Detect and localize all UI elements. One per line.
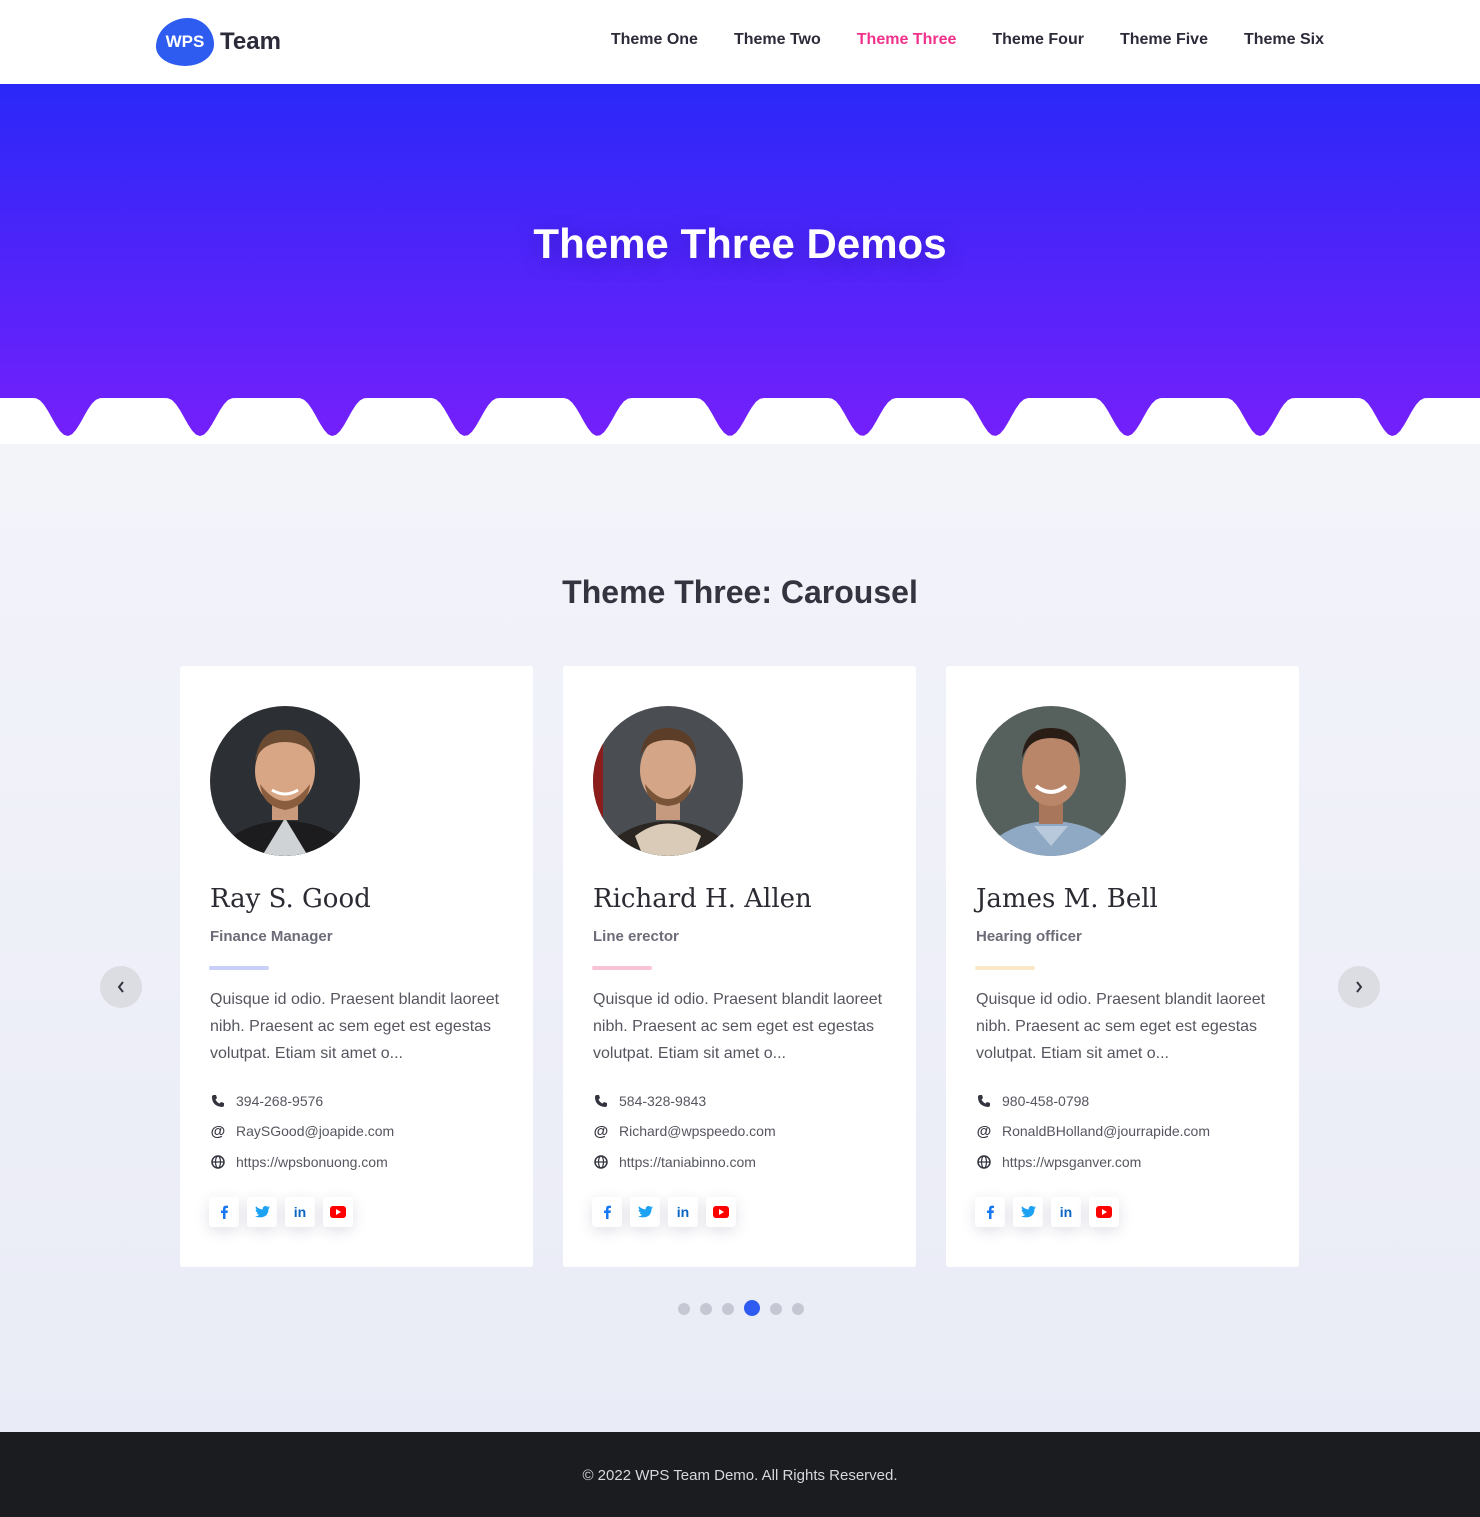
team-member-card: James M. Bell Hearing officer Quisque id… [946,666,1299,1267]
nav-item-theme-three[interactable]: Theme Three [857,31,957,49]
at-icon: @ [593,1122,609,1140]
facebook-icon[interactable] [592,1197,622,1227]
member-role: Finance Manager [210,928,333,945]
globe-icon [976,1154,992,1170]
site-footer: © 2022 WPS Team Demo. All Rights Reserve… [0,1432,1480,1517]
nav-item-theme-two[interactable]: Theme Two [734,31,821,49]
website-row: https://wpsganver.com [976,1154,1141,1170]
globe-icon [593,1154,609,1170]
website-row: https://taniabinno.com [593,1154,756,1170]
member-name: Richard H. Allen [593,884,812,914]
email-row: @ RonaldBHolland@jourrapide.com [976,1122,1210,1140]
twitter-icon[interactable] [247,1197,277,1227]
twitter-icon[interactable] [1013,1197,1043,1227]
nav-item-theme-one[interactable]: Theme One [611,31,698,49]
phone-icon [976,1093,992,1109]
pagination-dot[interactable] [792,1303,804,1315]
website-link[interactable]: https://taniabinno.com [619,1154,756,1170]
website-row: https://wpsbonuong.com [210,1154,388,1170]
social-links: in [975,1197,1127,1227]
phone-number[interactable]: 394-268-9576 [236,1093,323,1109]
site-header: WPS Team Theme One Theme Two Theme Three… [0,0,1480,84]
website-link[interactable]: https://wpsganver.com [1002,1154,1141,1170]
phone-row: 980-458-0798 [976,1093,1089,1109]
linkedin-icon[interactable]: in [1051,1197,1081,1227]
linkedin-icon[interactable]: in [285,1197,315,1227]
social-links: in [209,1197,361,1227]
logo-badge: WPS [156,18,214,66]
phone-number[interactable]: 980-458-0798 [1002,1093,1089,1109]
site-logo[interactable]: WPS Team [156,18,281,66]
nav-item-theme-six[interactable]: Theme Six [1244,31,1324,49]
email-address[interactable]: Richard@wpspeedo.com [619,1123,776,1139]
facebook-icon[interactable] [209,1197,239,1227]
hero-title: Theme Three Demos [533,220,947,267]
linkedin-icon[interactable]: in [668,1197,698,1227]
social-links: in [592,1197,744,1227]
youtube-icon[interactable] [706,1197,736,1227]
email-row: @ RaySGood@joapide.com [210,1122,395,1140]
pagination-dot-active[interactable] [744,1300,760,1316]
phone-icon [593,1093,609,1109]
avatar [976,706,1126,856]
phone-number[interactable]: 584-328-9843 [619,1093,706,1109]
email-address[interactable]: RaySGood@joapide.com [236,1123,394,1139]
carousel-next-button[interactable] [1338,966,1380,1008]
carousel-prev-button[interactable] [100,966,142,1008]
phone-row: 584-328-9843 [593,1093,706,1109]
member-bio: Quisque id odio. Praesent blandit laoree… [210,991,500,1062]
nav-item-theme-five[interactable]: Theme Five [1120,31,1208,49]
member-role: Hearing officer [976,928,1082,945]
pagination-dot[interactable] [678,1303,690,1315]
youtube-icon[interactable] [1089,1197,1119,1227]
team-member-card: Ray S. Good Finance Manager Quisque id o… [180,666,533,1267]
facebook-icon[interactable] [975,1197,1005,1227]
avatar [593,706,743,856]
pagination-dot[interactable] [770,1303,782,1315]
member-name: Ray S. Good [210,884,371,914]
accent-divider [209,966,269,970]
main-nav: Theme One Theme Two Theme Three Theme Fo… [575,31,1324,49]
chevron-right-icon [1356,981,1363,993]
member-role: Line erector [593,928,679,945]
member-name: James M. Bell [976,884,1158,914]
avatar [210,706,360,856]
at-icon: @ [210,1122,226,1140]
at-icon: @ [976,1122,992,1140]
carousel-pagination [678,1300,814,1316]
accent-divider [975,966,1035,970]
team-member-card: Richard H. Allen Line erector Quisque id… [563,666,916,1267]
carousel-section: Theme Three: Carousel Ray S. Good Financ… [0,444,1480,1432]
pagination-dot[interactable] [700,1303,712,1315]
phone-icon [210,1093,226,1109]
email-address[interactable]: RonaldBHolland@jourrapide.com [1002,1123,1210,1139]
email-row: @ Richard@wpspeedo.com [593,1122,776,1140]
logo-text: Team [220,28,281,55]
nav-item-theme-four[interactable]: Theme Four [992,31,1084,49]
accent-divider [592,966,652,970]
section-title: Theme Three: Carousel [562,574,918,610]
youtube-icon[interactable] [323,1197,353,1227]
pagination-dot[interactable] [722,1303,734,1315]
copyright-text: © 2022 WPS Team Demo. All Rights Reserve… [582,1467,898,1484]
hero-banner: Theme Three Demos [0,84,1480,444]
website-link[interactable]: https://wpsbonuong.com [236,1154,388,1170]
member-bio: Quisque id odio. Praesent blandit laoree… [976,991,1266,1062]
globe-icon [210,1154,226,1170]
chevron-left-icon [117,981,124,993]
phone-row: 394-268-9576 [210,1093,323,1109]
twitter-icon[interactable] [630,1197,660,1227]
member-bio: Quisque id odio. Praesent blandit laoree… [593,991,883,1062]
